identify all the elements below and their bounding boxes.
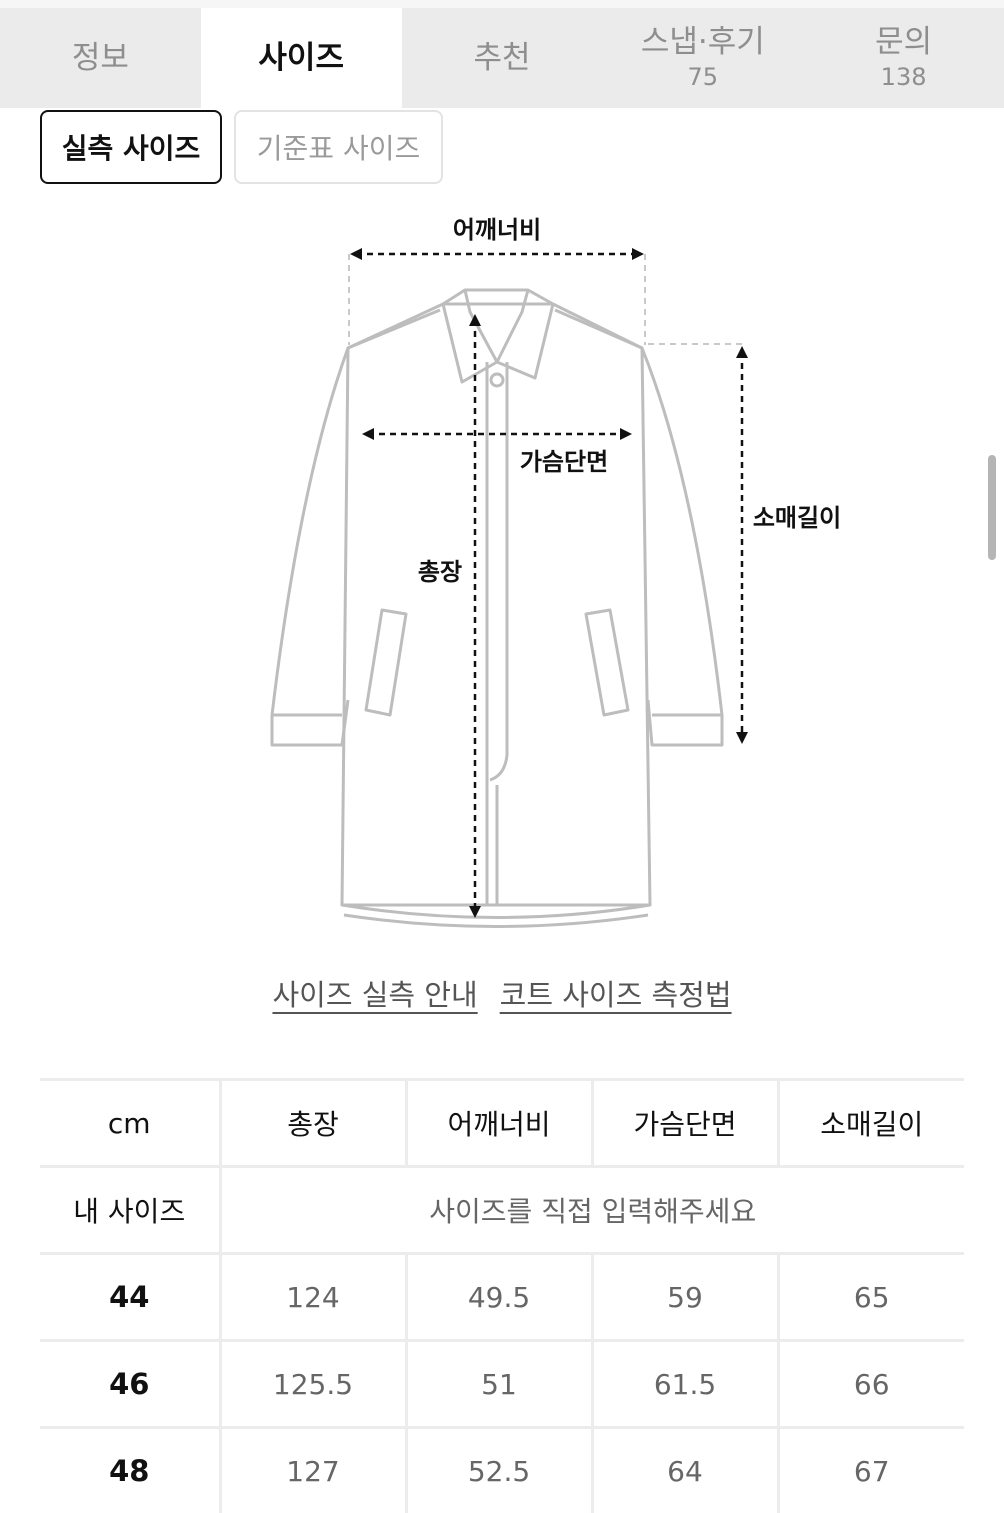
tab-inquiry-count: 138 bbox=[881, 62, 927, 92]
cell-shoulder: 52.5 bbox=[406, 1428, 592, 1513]
header-chest: 가슴단면 bbox=[592, 1080, 778, 1167]
size-label: 44 bbox=[40, 1254, 220, 1341]
table-row: 46 125.5 51 61.5 66 bbox=[40, 1341, 964, 1428]
tab-bar: 정보 사이즈 추천 스냅·후기 75 문의 138 bbox=[0, 8, 1004, 108]
table-header-row: cm 총장 어깨너비 가슴단면 소매길이 bbox=[40, 1080, 964, 1167]
unit-header: cm bbox=[40, 1080, 220, 1167]
cell-sleeve: 66 bbox=[778, 1341, 964, 1428]
tab-inquiry[interactable]: 문의 138 bbox=[803, 8, 1004, 108]
top-strip bbox=[0, 0, 1004, 8]
cell-chest: 61.5 bbox=[592, 1341, 778, 1428]
my-size-input[interactable]: 사이즈를 직접 입력해주세요 bbox=[220, 1167, 964, 1254]
length-label: 총장 bbox=[418, 558, 462, 586]
tab-size-label: 사이즈 bbox=[258, 40, 344, 76]
tab-info[interactable]: 정보 bbox=[0, 8, 201, 108]
header-sleeve: 소매길이 bbox=[778, 1080, 964, 1167]
cell-length: 124 bbox=[220, 1254, 406, 1341]
coat-measurement-diagram: 어깨너비 가슴단면 총장 소매길이 bbox=[0, 200, 1004, 940]
size-label: 46 bbox=[40, 1341, 220, 1428]
tab-recommend-label: 추천 bbox=[473, 40, 530, 76]
header-length: 총장 bbox=[220, 1080, 406, 1167]
scrollbar[interactable] bbox=[988, 455, 996, 560]
table-row: 48 127 52.5 64 67 bbox=[40, 1428, 964, 1513]
cell-chest: 64 bbox=[592, 1428, 778, 1513]
my-size-row: 내 사이즈 사이즈를 직접 입력해주세요 bbox=[40, 1167, 964, 1254]
cell-length: 125.5 bbox=[220, 1341, 406, 1428]
cell-shoulder: 49.5 bbox=[406, 1254, 592, 1341]
size-table: cm 총장 어깨너비 가슴단면 소매길이 내 사이즈 사이즈를 직접 입력해주세… bbox=[40, 1078, 964, 1513]
my-size-label: 내 사이즈 bbox=[40, 1167, 220, 1254]
tab-info-label: 정보 bbox=[72, 40, 129, 76]
chest-label: 가슴단면 bbox=[520, 448, 608, 476]
size-label: 48 bbox=[40, 1428, 220, 1513]
sleeve-label: 소매길이 bbox=[753, 504, 841, 532]
tab-inquiry-label: 문의 bbox=[875, 24, 932, 60]
standard-size-button[interactable]: 기준표 사이즈 bbox=[234, 110, 443, 184]
size-measurement-guide-link[interactable]: 사이즈 실측 안내 bbox=[272, 972, 477, 1014]
tab-reviews-count: 75 bbox=[688, 62, 719, 92]
coat-measure-method-link[interactable]: 코트 사이즈 측정법 bbox=[500, 972, 732, 1014]
size-guide-links: 사이즈 실측 안내 코트 사이즈 측정법 bbox=[0, 972, 1004, 1014]
cell-sleeve: 67 bbox=[778, 1428, 964, 1513]
header-shoulder: 어깨너비 bbox=[406, 1080, 592, 1167]
tab-reviews-label: 스냅·후기 bbox=[641, 24, 765, 60]
actual-size-button[interactable]: 실측 사이즈 bbox=[40, 110, 222, 184]
cell-shoulder: 51 bbox=[406, 1341, 592, 1428]
tab-size[interactable]: 사이즈 bbox=[201, 8, 402, 108]
cell-chest: 59 bbox=[592, 1254, 778, 1341]
tab-recommend[interactable]: 추천 bbox=[402, 8, 603, 108]
cell-sleeve: 65 bbox=[778, 1254, 964, 1341]
cell-length: 127 bbox=[220, 1428, 406, 1513]
tab-reviews[interactable]: 스냅·후기 75 bbox=[602, 8, 803, 108]
shoulder-label: 어깨너비 bbox=[453, 216, 541, 244]
coat-outline bbox=[272, 290, 722, 927]
table-row: 44 124 49.5 59 65 bbox=[40, 1254, 964, 1341]
